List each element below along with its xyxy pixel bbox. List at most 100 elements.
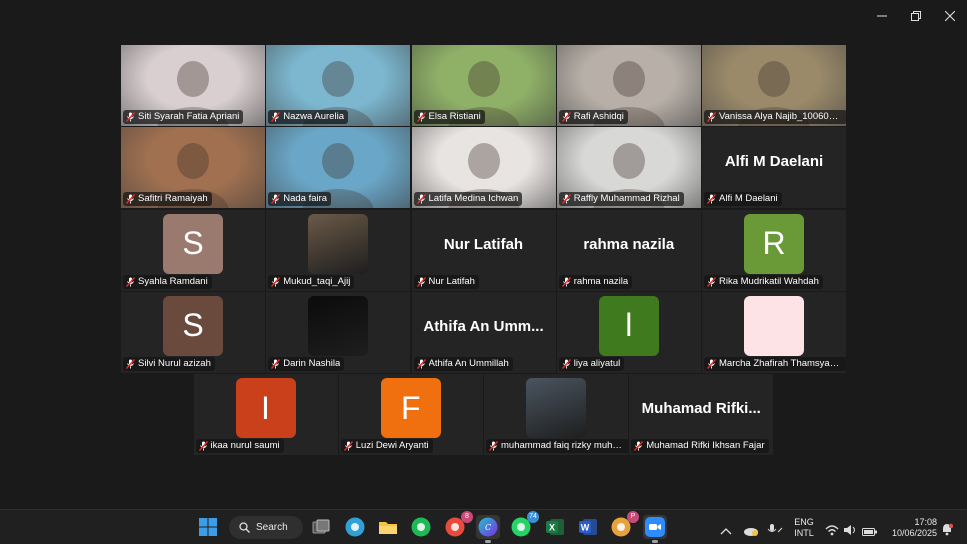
participant-name: Darin Nashila	[283, 357, 341, 369]
mic-muted-icon	[561, 194, 571, 205]
windows-start-icon[interactable]	[196, 515, 220, 539]
participant-name: Muhamad Rifki Ikhsan Fajar	[646, 440, 765, 451]
onedrive-icon[interactable]	[743, 522, 759, 541]
participant-tile[interactable]: rahma nazila rahma nazila	[556, 209, 701, 291]
participant-tile[interactable]: Nur Latifah Nur Latifah	[411, 209, 556, 291]
mic-muted-icon	[489, 441, 498, 451]
participant-name: muhammad faiq rizky muha...	[501, 440, 625, 451]
mic-muted-icon	[634, 441, 644, 451]
participant-name-tag: Nada faira	[268, 192, 332, 207]
volume-icon[interactable]	[843, 521, 857, 540]
file-explorer-icon[interactable]	[376, 515, 400, 539]
notification-badge: 8	[461, 511, 473, 523]
participant-name: Luzi Dewi Aryanti	[355, 440, 429, 451]
participant-display-name: Athifa An Umm...	[423, 317, 544, 335]
clock[interactable]: 17:08 10/06/2025	[883, 517, 937, 539]
participant-tile[interactable]: S Syahla Ramdani	[121, 209, 265, 291]
participant-name-tag: muhammad faiq rizky muha...	[486, 439, 628, 453]
participant-name-tag: Mukud_taqi_Ajij	[268, 274, 355, 289]
minimize-icon	[877, 15, 887, 17]
participant-tile[interactable]: Elsa Ristiani	[411, 45, 556, 126]
participant-name: Marcha Zhafirah Thamsyah ...	[719, 357, 843, 369]
participant-tile[interactable]: muhammad faiq rizky muha...	[484, 374, 628, 455]
language-indicator[interactable]: ENG INTL	[790, 517, 818, 539]
participant-tile[interactable]: Safitri Ramaiyah	[121, 127, 265, 209]
participant-name-tag: rahma nazila	[558, 274, 633, 289]
mic-muted-icon	[416, 112, 426, 122]
participant-name: Raffly Muhammad Rizhal	[573, 193, 680, 205]
mic-muted-icon	[126, 358, 135, 369]
participant-avatar	[744, 295, 804, 356]
participant-name: Rafi Ashidqi	[573, 111, 624, 122]
participant-name-tag: Latifa Medina Ichwan	[413, 192, 523, 207]
clock-time: 17:08	[914, 517, 937, 527]
participant-display-name: Muhamad Rifki...	[641, 400, 761, 417]
svg-text:W: W	[581, 523, 590, 533]
word-icon[interactable]: W	[576, 515, 600, 539]
participant-tile[interactable]: Nazwa Aurelia	[266, 45, 411, 126]
mic-muted-icon	[271, 194, 281, 205]
edge-icon[interactable]	[343, 515, 367, 539]
canva-icon[interactable]: C	[476, 515, 500, 543]
participant-name: Mukud_taqi_Ajij	[283, 275, 351, 287]
battery-icon[interactable]	[862, 522, 878, 541]
mic-muted-icon	[416, 276, 426, 287]
minimize-button[interactable]	[865, 0, 899, 32]
participant-avatar: I	[235, 378, 296, 438]
whatsapp-icon[interactable]: 74	[509, 511, 539, 539]
mic-tray-icon[interactable]	[767, 521, 783, 540]
notification-badge: P	[627, 511, 639, 523]
participant-tile[interactable]: Rafi Ashidqi	[556, 45, 701, 126]
participant-tile[interactable]: Muhamad Rifki... Muhamad Rifki Ikhsan Faj…	[629, 374, 774, 455]
close-button[interactable]	[933, 0, 967, 32]
svg-text:X: X	[549, 523, 555, 533]
mic-muted-icon	[416, 194, 426, 205]
zoom-icon[interactable]	[643, 515, 667, 543]
participant-name: ikaa nurul saumi	[210, 440, 280, 451]
participant-name: liya aliyatul	[573, 357, 621, 369]
participant-name-tag: Safitri Ramaiyah	[123, 192, 212, 207]
chevron-up-icon[interactable]	[720, 521, 732, 540]
close-icon	[945, 11, 955, 21]
participant-tile[interactable]: Latifa Medina Ichwan	[411, 127, 556, 209]
taskbar-search[interactable]: Search	[229, 516, 303, 539]
participant-tile[interactable]: Nada faira	[266, 127, 411, 209]
mic-muted-icon	[198, 441, 208, 451]
participant-tile[interactable]: Alfi M Daelani Alfi M Daelani	[702, 127, 846, 209]
participant-name: Elsa Ristiani	[428, 111, 481, 122]
participant-tile[interactable]: Raffly Muhammad Rizhal	[556, 127, 701, 209]
restore-button[interactable]	[899, 0, 933, 32]
chrome-icon[interactable]: 8	[443, 511, 473, 539]
participant-tile[interactable]: S Silvi Nurul azizah	[121, 291, 265, 373]
participant-tile[interactable]: Darin Nashila	[266, 291, 411, 373]
taskbar: Search 8 C 74 X W P ENG INTL 17:08 10/06/2025	[0, 509, 967, 544]
participant-tile[interactable]: R Rika Mudrikatil Wahdah	[702, 209, 846, 291]
participant-profile-photo	[308, 295, 369, 356]
task-view-icon[interactable]	[309, 515, 333, 539]
participant-profile-photo	[308, 213, 369, 274]
participant-tile[interactable]: F Luzi Dewi Aryanti	[338, 374, 483, 455]
participant-tile[interactable]: Marcha Zhafirah Thamsyah ...	[702, 291, 846, 373]
participant-tile[interactable]: Mukud_taqi_Ajij	[266, 209, 411, 291]
clock-date: 10/06/2025	[891, 528, 937, 538]
participant-tile[interactable]: Vanissa Alya Najib_1006012...	[702, 45, 846, 126]
participant-name-tag: Vanissa Alya Najib_1006012...	[704, 110, 846, 124]
restore-icon	[911, 11, 921, 21]
participant-tile[interactable]: Athifa An Umm... Athifa An Ummillah	[411, 291, 556, 373]
participant-name-tag: ikaa nurul saumi	[195, 439, 284, 453]
participant-name-tag: Syahla Ramdani	[123, 274, 212, 289]
excel-icon[interactable]: X	[543, 515, 567, 539]
participant-tile[interactable]: Siti Syarah Fatia Apriani	[121, 45, 265, 126]
mic-muted-icon	[343, 441, 353, 451]
mic-muted-icon	[707, 194, 716, 205]
search-label: Search	[256, 522, 288, 533]
participant-name: Alfi M Daelani	[719, 193, 778, 205]
notification-bell-icon[interactable]	[941, 521, 954, 540]
chrome-profile-icon[interactable]: P	[609, 511, 639, 539]
participant-name: Athifa An Ummillah	[428, 357, 509, 369]
mic-muted-icon	[707, 276, 716, 287]
spotify-icon[interactable]	[409, 515, 433, 539]
participant-tile[interactable]: Iikaa nurul saumi	[193, 374, 338, 455]
wifi-icon[interactable]	[825, 521, 839, 540]
participant-tile[interactable]: l liya aliyatul	[556, 291, 701, 373]
